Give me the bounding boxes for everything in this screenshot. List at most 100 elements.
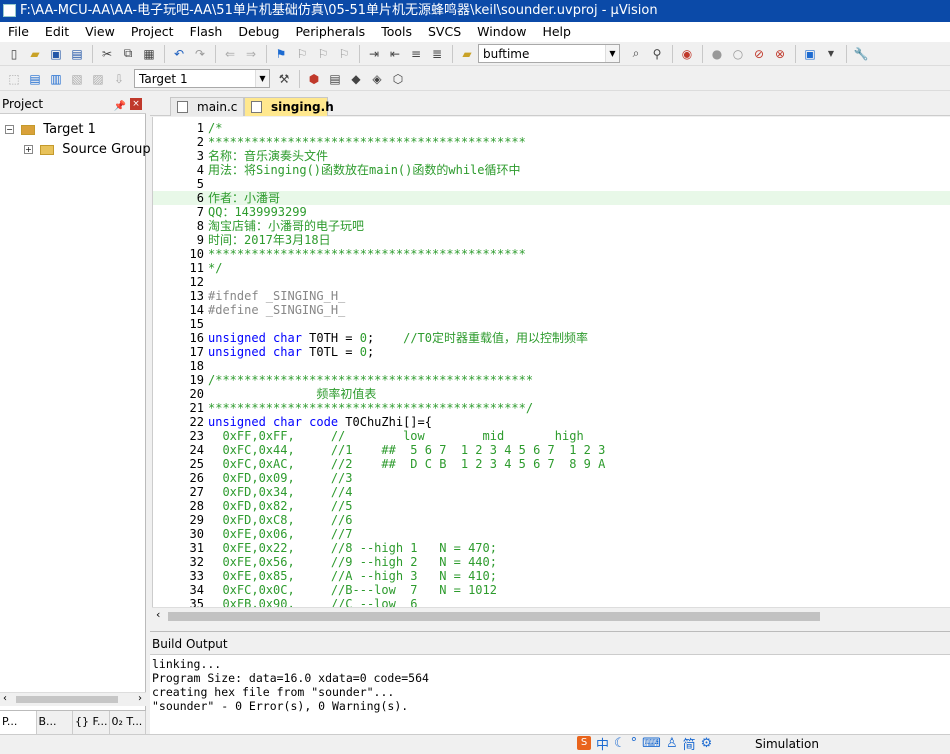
manage-project-icon[interactable]: ⬢	[304, 69, 324, 89]
configure-icon[interactable]: 🔧	[851, 44, 871, 64]
save-all-icon[interactable]: ▤	[67, 44, 87, 64]
chevron-down-icon[interactable]: ▼	[605, 45, 619, 62]
incremental-find-icon[interactable]: ⌕	[626, 44, 646, 64]
punctuation-icon[interactable]: °	[631, 736, 638, 751]
open-folder-icon[interactable]: ▰	[25, 44, 45, 64]
editor-hscrollbar[interactable]: ‹	[152, 607, 950, 624]
bookmark-icon[interactable]: ⚑	[271, 44, 291, 64]
menu-view[interactable]: View	[77, 22, 123, 42]
code-line[interactable]: 14 #define _SINGING_H_	[153, 303, 950, 317]
menu-flash[interactable]: Flash	[182, 22, 231, 42]
menu-svcs[interactable]: SVCS	[420, 22, 469, 42]
code-line[interactable]: 26 0xFD,0x09, //3	[153, 471, 950, 485]
code-line[interactable]: 2 ***************************************…	[153, 135, 950, 149]
code-line[interactable]: 19 /*************************************…	[153, 373, 950, 387]
tab-main-c[interactable]: main.c	[170, 97, 244, 116]
code-line[interactable]: 13 #ifndef _SINGING_H_	[153, 289, 950, 303]
code-line[interactable]: 3 名称：音乐演奏头文件	[153, 149, 950, 163]
menu-window[interactable]: Window	[469, 22, 534, 42]
code-line[interactable]: 16 unsigned char T0TH = 0; //T0定时器重载值，用以控…	[153, 331, 950, 345]
code-line[interactable]: 28 0xFD,0x82, //5	[153, 499, 950, 513]
expand-icon[interactable]: +	[24, 145, 33, 154]
multi-project-icon[interactable]: ⬡	[388, 69, 408, 89]
code-line[interactable]: 24 0xFC,0x44, //1 ## 5 6 7 1 2 3 4 5 6 7…	[153, 443, 950, 457]
tab-singing-h[interactable]: singing.h	[244, 97, 334, 116]
redo-icon[interactable]: ↷	[190, 44, 210, 64]
cut-icon[interactable]: ✂	[97, 44, 117, 64]
menu-help[interactable]: Help	[534, 22, 579, 42]
stop-build-icon[interactable]: ▨	[88, 69, 108, 89]
breakpoint-icon[interactable]: ●	[707, 44, 727, 64]
moon-icon[interactable]: ☾	[614, 736, 626, 751]
code-line[interactable]: 6 作者：小潘哥	[153, 191, 950, 205]
bookmark-next-icon[interactable]: ⚐	[313, 44, 333, 64]
target-options-icon[interactable]: ⚒	[274, 69, 294, 89]
menu-project[interactable]: Project	[123, 22, 182, 42]
ime-simplified[interactable]: 简	[683, 734, 696, 753]
code-line[interactable]: 4 用法：将Singing()函数放在main()函数的while循环中	[153, 163, 950, 177]
code-line[interactable]: 11 */	[153, 261, 950, 275]
code-line[interactable]: 22 unsigned char code T0ChuZhi[]={	[153, 415, 950, 429]
scroll-left-icon[interactable]: ‹	[3, 693, 7, 704]
new-file-icon[interactable]: ▯	[4, 44, 24, 64]
collapse-icon[interactable]: −	[5, 125, 14, 134]
select-packs-icon[interactable]: ▤	[325, 69, 345, 89]
breakpoint-clear-icon[interactable]: ⊗	[770, 44, 790, 64]
code-line[interactable]: 20 频率初值表	[153, 387, 950, 401]
manage-rte-icon[interactable]: ◆	[346, 69, 366, 89]
bookmark-clear-icon[interactable]: ⚐	[334, 44, 354, 64]
scroll-thumb[interactable]	[16, 696, 118, 703]
find-icon[interactable]: ⚲	[647, 44, 667, 64]
code-line[interactable]: 25 0xFC,0xAC, //2 ## D C B 1 2 3 4 5 6 7…	[153, 457, 950, 471]
translate-icon[interactable]: ⬚	[4, 69, 24, 89]
code-line[interactable]: 15	[153, 317, 950, 331]
menu-peripherals[interactable]: Peripherals	[287, 22, 373, 42]
chevron-down-icon[interactable]: ▼	[255, 70, 269, 87]
copy-icon[interactable]: ⧉	[118, 44, 138, 64]
project-scrollbar[interactable]: ‹ ›	[0, 692, 146, 706]
code-line[interactable]: 10 **************************************…	[153, 247, 950, 261]
breakpoint-disable-icon[interactable]: ○	[728, 44, 748, 64]
scroll-thumb[interactable]	[168, 612, 820, 621]
code-line[interactable]: 7 QQ：1439993299	[153, 205, 950, 219]
build-output-panel[interactable]: linking... Program Size: data=16.0 xdata…	[150, 655, 950, 735]
code-line[interactable]: 12	[153, 275, 950, 289]
bookmark-prev-icon[interactable]: ⚐	[292, 44, 312, 64]
code-line[interactable]: 5	[153, 177, 950, 191]
undo-icon[interactable]: ↶	[169, 44, 189, 64]
tab-functions[interactable]: {} F...	[73, 711, 110, 734]
find-in-files-icon[interactable]: ▰	[457, 44, 477, 64]
paste-icon[interactable]: ▦	[139, 44, 159, 64]
tab-project[interactable]: P...	[0, 711, 37, 734]
gear-icon[interactable]: ⚙	[701, 736, 713, 751]
scroll-right-icon[interactable]: ›	[138, 693, 142, 704]
download-icon[interactable]: ⇩	[109, 69, 129, 89]
menu-edit[interactable]: Edit	[37, 22, 77, 42]
menu-tools[interactable]: Tools	[373, 22, 420, 42]
menu-debug[interactable]: Debug	[230, 22, 287, 42]
code-line[interactable]: 30 0xFE,0x06, //7	[153, 527, 950, 541]
code-line[interactable]: 27 0xFD,0x34, //4	[153, 485, 950, 499]
code-line[interactable]: 8 淘宝店铺：小潘哥的电子玩吧	[153, 219, 950, 233]
rebuild-icon[interactable]: ▥	[46, 69, 66, 89]
uncomment-icon[interactable]: ≣	[427, 44, 447, 64]
comment-icon[interactable]: ≡	[406, 44, 426, 64]
code-line[interactable]: 1 /*	[153, 121, 950, 135]
tree-source-group[interactable]: + Source Group	[24, 142, 151, 157]
code-line[interactable]: 21 **************************************…	[153, 401, 950, 415]
code-editor[interactable]: 1 /* 2 ************************************…	[152, 117, 950, 607]
tab-books[interactable]: B...	[37, 711, 73, 734]
layout-dropdown-icon[interactable]: ▼	[821, 44, 841, 64]
code-line[interactable]: 29 0xFD,0xC8, //6	[153, 513, 950, 527]
pack-installer-icon[interactable]: ◈	[367, 69, 387, 89]
skin-icon[interactable]: ♙	[666, 736, 678, 751]
window-layout-icon[interactable]: ▣	[800, 44, 820, 64]
close-icon[interactable]: ×	[130, 98, 142, 110]
keyboard-icon[interactable]: ⌨	[642, 736, 661, 751]
code-line[interactable]: 33 0xFE,0x85, //A --high 3 N = 410;	[153, 569, 950, 583]
menu-file[interactable]: File	[0, 22, 37, 42]
nav-forward-icon[interactable]: ⇒	[241, 44, 261, 64]
code-line[interactable]: 9 时间：2017年3月18日	[153, 233, 950, 247]
code-line[interactable]: 32 0xFE,0x56, //9 --high 2 N = 440;	[153, 555, 950, 569]
save-icon[interactable]: ▣	[46, 44, 66, 64]
